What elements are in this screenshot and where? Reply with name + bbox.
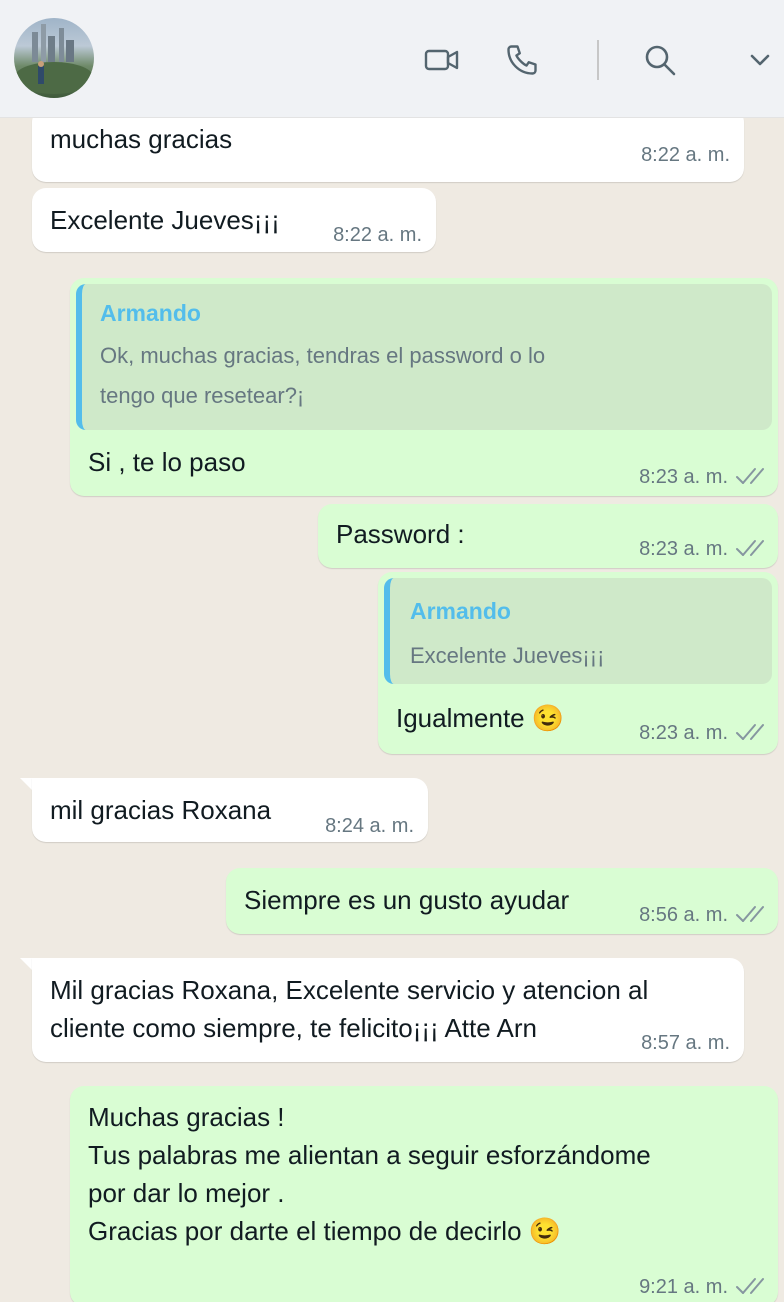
read-receipt-icon [736,540,764,556]
message-bubble-outgoing[interactable]: Siempre es un gusto ayudar 8:56 a. m. [226,868,778,934]
message-time: 8:57 a. m. [641,1032,730,1054]
video-call-icon[interactable] [424,42,460,78]
chevron-down-icon[interactable] [742,42,778,78]
quoted-text: Ok, muchas gracias, tendras el password … [100,343,546,408]
message-text: mil gracias Roxana [50,795,272,825]
message-bubble-incoming[interactable]: muchas gracias 8:22 a. m. [32,118,744,182]
message-bubble-outgoing[interactable]: Muchas gracias ! Tus palabras me alienta… [70,1086,778,1302]
quoted-sender: Armando [410,598,511,624]
message-time: 8:23 a. m. [639,538,728,560]
message-text: Si , te lo paso [88,447,246,477]
search-icon[interactable] [642,42,678,78]
read-receipt-icon [736,906,764,922]
message-text: muchas gracias [50,124,233,154]
quoted-message[interactable]: Armando Excelente Jueves¡¡¡ [384,578,772,684]
message-time: 8:22 a. m. [641,144,730,166]
message-text: Mil gracias Roxana, Excelente servicio y… [50,975,649,1043]
chat-header [0,0,784,118]
read-receipt-icon [736,468,764,484]
quoted-sender: Armando [100,300,201,326]
quoted-text: Excelente Jueves¡¡¡ [410,643,605,668]
read-receipt-icon [736,1278,764,1294]
message-text: Excelente Jueves¡¡¡ [50,205,280,235]
message-bubble-incoming[interactable]: Mil gracias Roxana, Excelente servicio y… [32,958,744,1062]
message-bubble-incoming[interactable]: Excelente Jueves¡¡¡ 8:22 a. m. [32,188,436,252]
quoted-message[interactable]: Armando Ok, muchas gracias, tendras el p… [76,284,772,430]
message-list[interactable]: muchas gracias 8:22 a. m. Excelente Juev… [0,118,784,1302]
message-text: Igualmente 😉 [396,703,565,733]
message-time: 8:23 a. m. [639,466,728,488]
message-time: 8:56 a. m. [639,904,728,926]
message-bubble-incoming[interactable]: mil gracias Roxana 8:24 a. m. [32,778,428,842]
phone-icon[interactable] [504,42,540,78]
contact-avatar[interactable] [14,18,94,98]
message-time: 9:21 a. m. [639,1276,728,1298]
message-bubble-outgoing[interactable]: Armando Excelente Jueves¡¡¡ Igualmente 😉… [378,572,778,754]
message-time: 8:24 a. m. [325,815,414,837]
message-text: Password : [336,519,465,549]
message-time: 8:23 a. m. [639,722,728,744]
message-bubble-outgoing[interactable]: Password : 8:23 a. m. [318,504,778,568]
read-receipt-icon [736,724,764,740]
message-text: Muchas gracias ! Tus palabras me alienta… [88,1102,651,1246]
message-time: 8:22 a. m. [333,224,422,246]
message-text: Siempre es un gusto ayudar [244,885,570,915]
header-divider [597,40,599,80]
message-bubble-outgoing[interactable]: Armando Ok, muchas gracias, tendras el p… [70,278,778,496]
